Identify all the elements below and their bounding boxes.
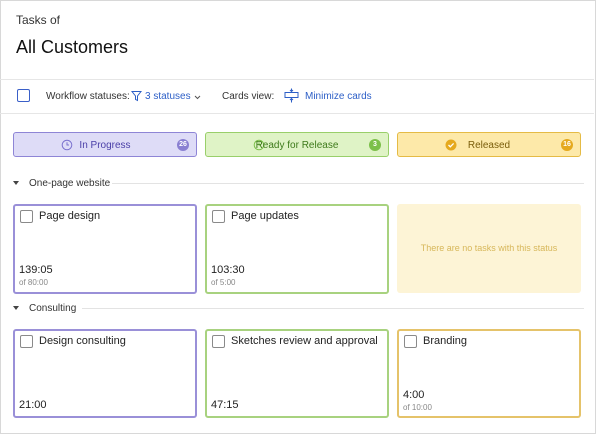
task-card[interactable]: Sketches review and approval 47:15 xyxy=(205,329,389,418)
status-label: Ready for Release xyxy=(255,140,339,151)
minimize-cards-icon[interactable] xyxy=(283,88,300,103)
status-label: In Progress xyxy=(79,140,131,151)
funnel-icon[interactable] xyxy=(131,90,142,102)
task-name: Page design xyxy=(39,210,101,222)
status-count-badge: 3 xyxy=(369,139,381,151)
task-checkbox[interactable] xyxy=(212,210,225,223)
page-pretitle: Tasks of xyxy=(16,13,61,27)
task-card[interactable]: Page design 139:05 of 80:00 xyxy=(13,204,197,294)
task-estimate: of 80:00 xyxy=(19,278,48,287)
task-checkbox[interactable] xyxy=(20,335,33,348)
status-count-badge: 16 xyxy=(561,139,573,151)
empty-status-placeholder: There are no tasks with this status xyxy=(397,204,581,293)
task-name: Branding xyxy=(423,335,468,347)
task-time: 47:15 xyxy=(211,399,239,411)
task-checkbox[interactable] xyxy=(404,335,417,348)
task-name: Design consulting xyxy=(39,335,126,347)
task-time: 4:00 xyxy=(403,389,425,401)
chevron-down-icon[interactable] xyxy=(194,95,201,100)
group-divider xyxy=(112,183,584,184)
task-estimate: of 10:00 xyxy=(403,403,432,412)
cards-view-label: Cards view: xyxy=(222,91,275,102)
task-time: 139:05 xyxy=(19,264,53,276)
caret-down-icon[interactable] xyxy=(13,181,19,185)
task-checkbox[interactable] xyxy=(20,210,33,223)
status-label: Released xyxy=(467,140,511,151)
group-label: One-page website xyxy=(29,178,111,189)
status-in-progress[interactable]: In Progress 26 xyxy=(13,132,197,157)
minimize-cards-link[interactable]: Minimize cards xyxy=(305,91,372,102)
task-name: Page updates xyxy=(231,210,299,222)
task-estimate: of 5:00 xyxy=(211,278,236,287)
status-released[interactable]: Released 16 xyxy=(397,132,581,157)
workflow-statuses-label: Workflow statuses: xyxy=(46,91,130,102)
task-checkbox[interactable] xyxy=(212,335,225,348)
select-all-checkbox[interactable] xyxy=(17,89,30,102)
task-name: Sketches review and approval xyxy=(231,335,378,347)
task-time: 21:00 xyxy=(19,399,47,411)
task-card[interactable]: Page updates 103:30 of 5:00 xyxy=(205,204,389,294)
page-title: All Customers xyxy=(16,37,129,57)
task-time: 103:30 xyxy=(211,264,245,276)
group-label: Consulting xyxy=(29,303,77,314)
status-count-badge: 26 xyxy=(177,139,189,151)
task-card[interactable]: Design consulting 21:00 xyxy=(13,329,197,418)
statuses-dropdown[interactable]: 3 statuses xyxy=(145,91,191,102)
group-divider xyxy=(82,308,584,309)
status-ready-for-release[interactable]: Ready for Release 3 xyxy=(205,132,389,157)
task-card[interactable]: Branding 4:00 of 10:00 xyxy=(397,329,581,418)
caret-down-icon[interactable] xyxy=(13,306,19,310)
